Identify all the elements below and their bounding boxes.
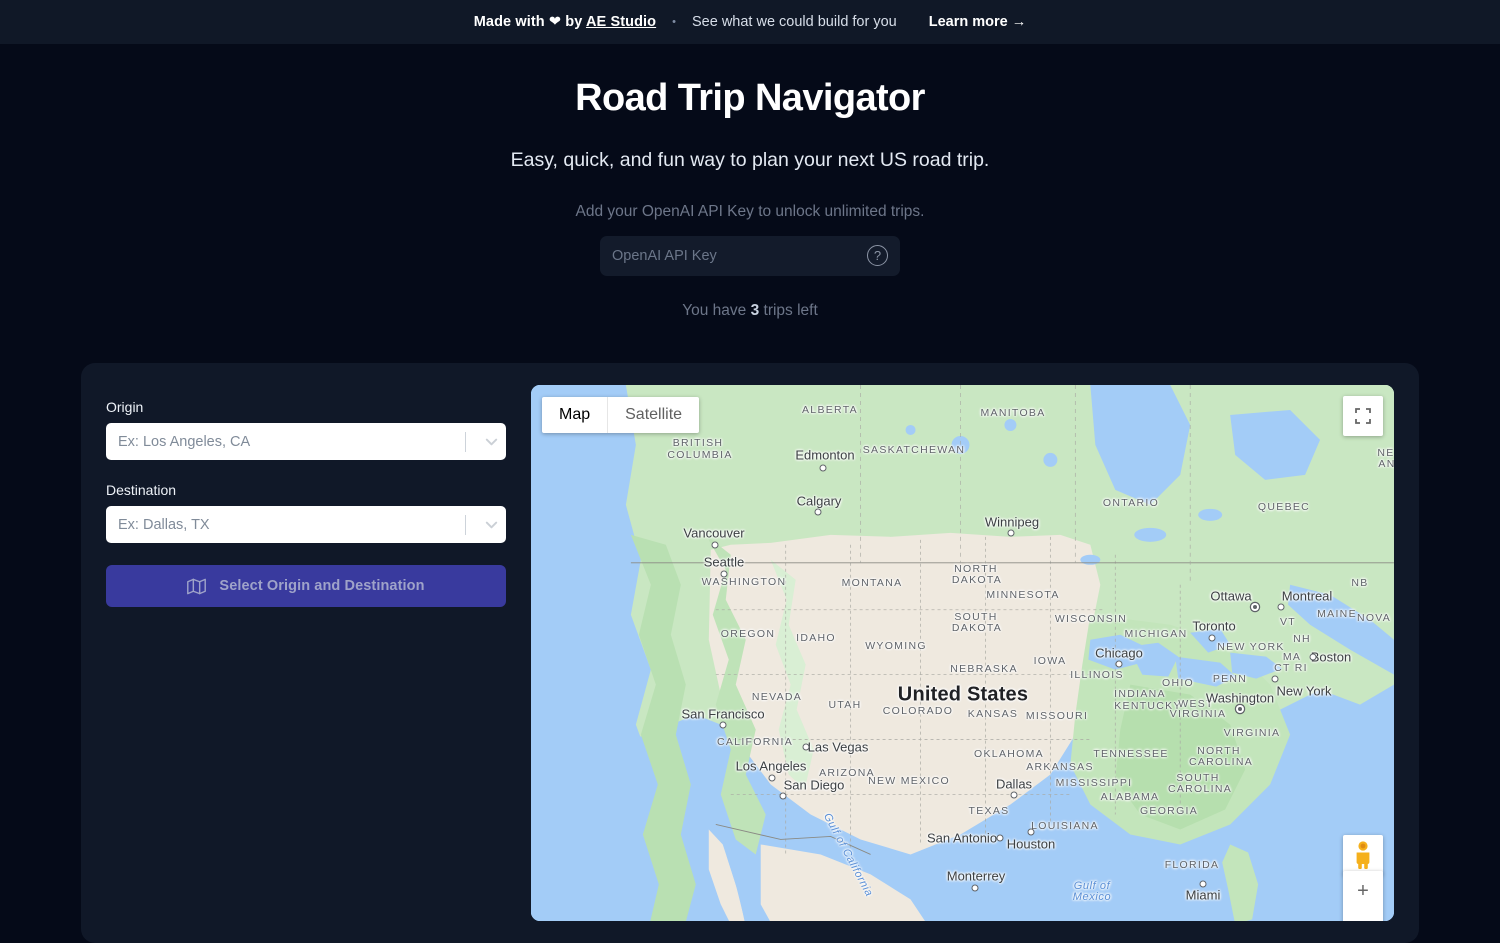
map-type-control[interactable]: Map Satellite bbox=[542, 397, 700, 433]
destination-select[interactable] bbox=[106, 506, 506, 543]
origin-input[interactable] bbox=[118, 433, 465, 450]
select-origin-destination-label: Select Origin and Destination bbox=[219, 578, 425, 594]
zoom-control[interactable]: + − bbox=[1343, 871, 1383, 921]
zoom-out-button[interactable]: − bbox=[1343, 911, 1383, 922]
destination-separator bbox=[465, 514, 466, 535]
chevron-down-icon[interactable] bbox=[476, 515, 506, 534]
page-title: Road Trip Navigator bbox=[575, 77, 925, 119]
map-type-map[interactable]: Map bbox=[542, 397, 607, 433]
made-with-text: Made with ❤ by AE Studio bbox=[473, 14, 657, 30]
origin-separator bbox=[465, 431, 466, 452]
trip-form: Origin Destination Select Origin an bbox=[106, 385, 506, 921]
help-icon[interactable]: ? bbox=[867, 245, 888, 267]
fullscreen-button[interactable] bbox=[1343, 396, 1383, 436]
trips-count: 3 bbox=[750, 301, 760, 319]
heart-icon: ❤ bbox=[548, 14, 562, 30]
destination-label: Destination bbox=[106, 482, 177, 498]
origin-label: Origin bbox=[106, 399, 144, 415]
map-icon bbox=[187, 577, 207, 596]
api-key-note: Add your OpenAI API Key to unlock unlimi… bbox=[575, 202, 925, 220]
trips-left-status: You have 3 trips left bbox=[682, 301, 818, 319]
banner-tagline: See what we could build for you bbox=[692, 14, 897, 30]
promo-banner: Made with ❤ by AE Studio • See what we c… bbox=[0, 0, 1500, 44]
learn-more-link[interactable]: Learn more → bbox=[929, 14, 1027, 30]
destination-input[interactable] bbox=[118, 516, 465, 533]
map-type-satellite[interactable]: Satellite bbox=[607, 397, 699, 433]
banner-separator-dot: • bbox=[672, 15, 676, 28]
ae-studio-link[interactable]: AE Studio bbox=[586, 14, 656, 30]
page-subtitle: Easy, quick, and fun way to plan your ne… bbox=[510, 148, 990, 171]
trip-planner-card: Origin Destination Select Origin an bbox=[81, 363, 1419, 943]
map-canvas[interactable] bbox=[531, 385, 1394, 921]
chevron-down-icon[interactable] bbox=[476, 432, 506, 451]
api-key-input[interactable] bbox=[612, 247, 867, 264]
map-panel[interactable]: ALBERTA SASKATCHEWAN MANITOBA BRITISH COLUMB… bbox=[531, 385, 1394, 921]
api-key-field-wrapper: ? bbox=[600, 235, 900, 276]
origin-select[interactable] bbox=[106, 423, 506, 460]
hero-section: Road Trip Navigator Easy, quick, and fun… bbox=[0, 44, 1500, 320]
street-view-pegman[interactable] bbox=[1343, 835, 1383, 875]
zoom-in-button[interactable]: + bbox=[1343, 871, 1383, 911]
select-origin-destination-button[interactable]: Select Origin and Destination bbox=[106, 565, 506, 607]
